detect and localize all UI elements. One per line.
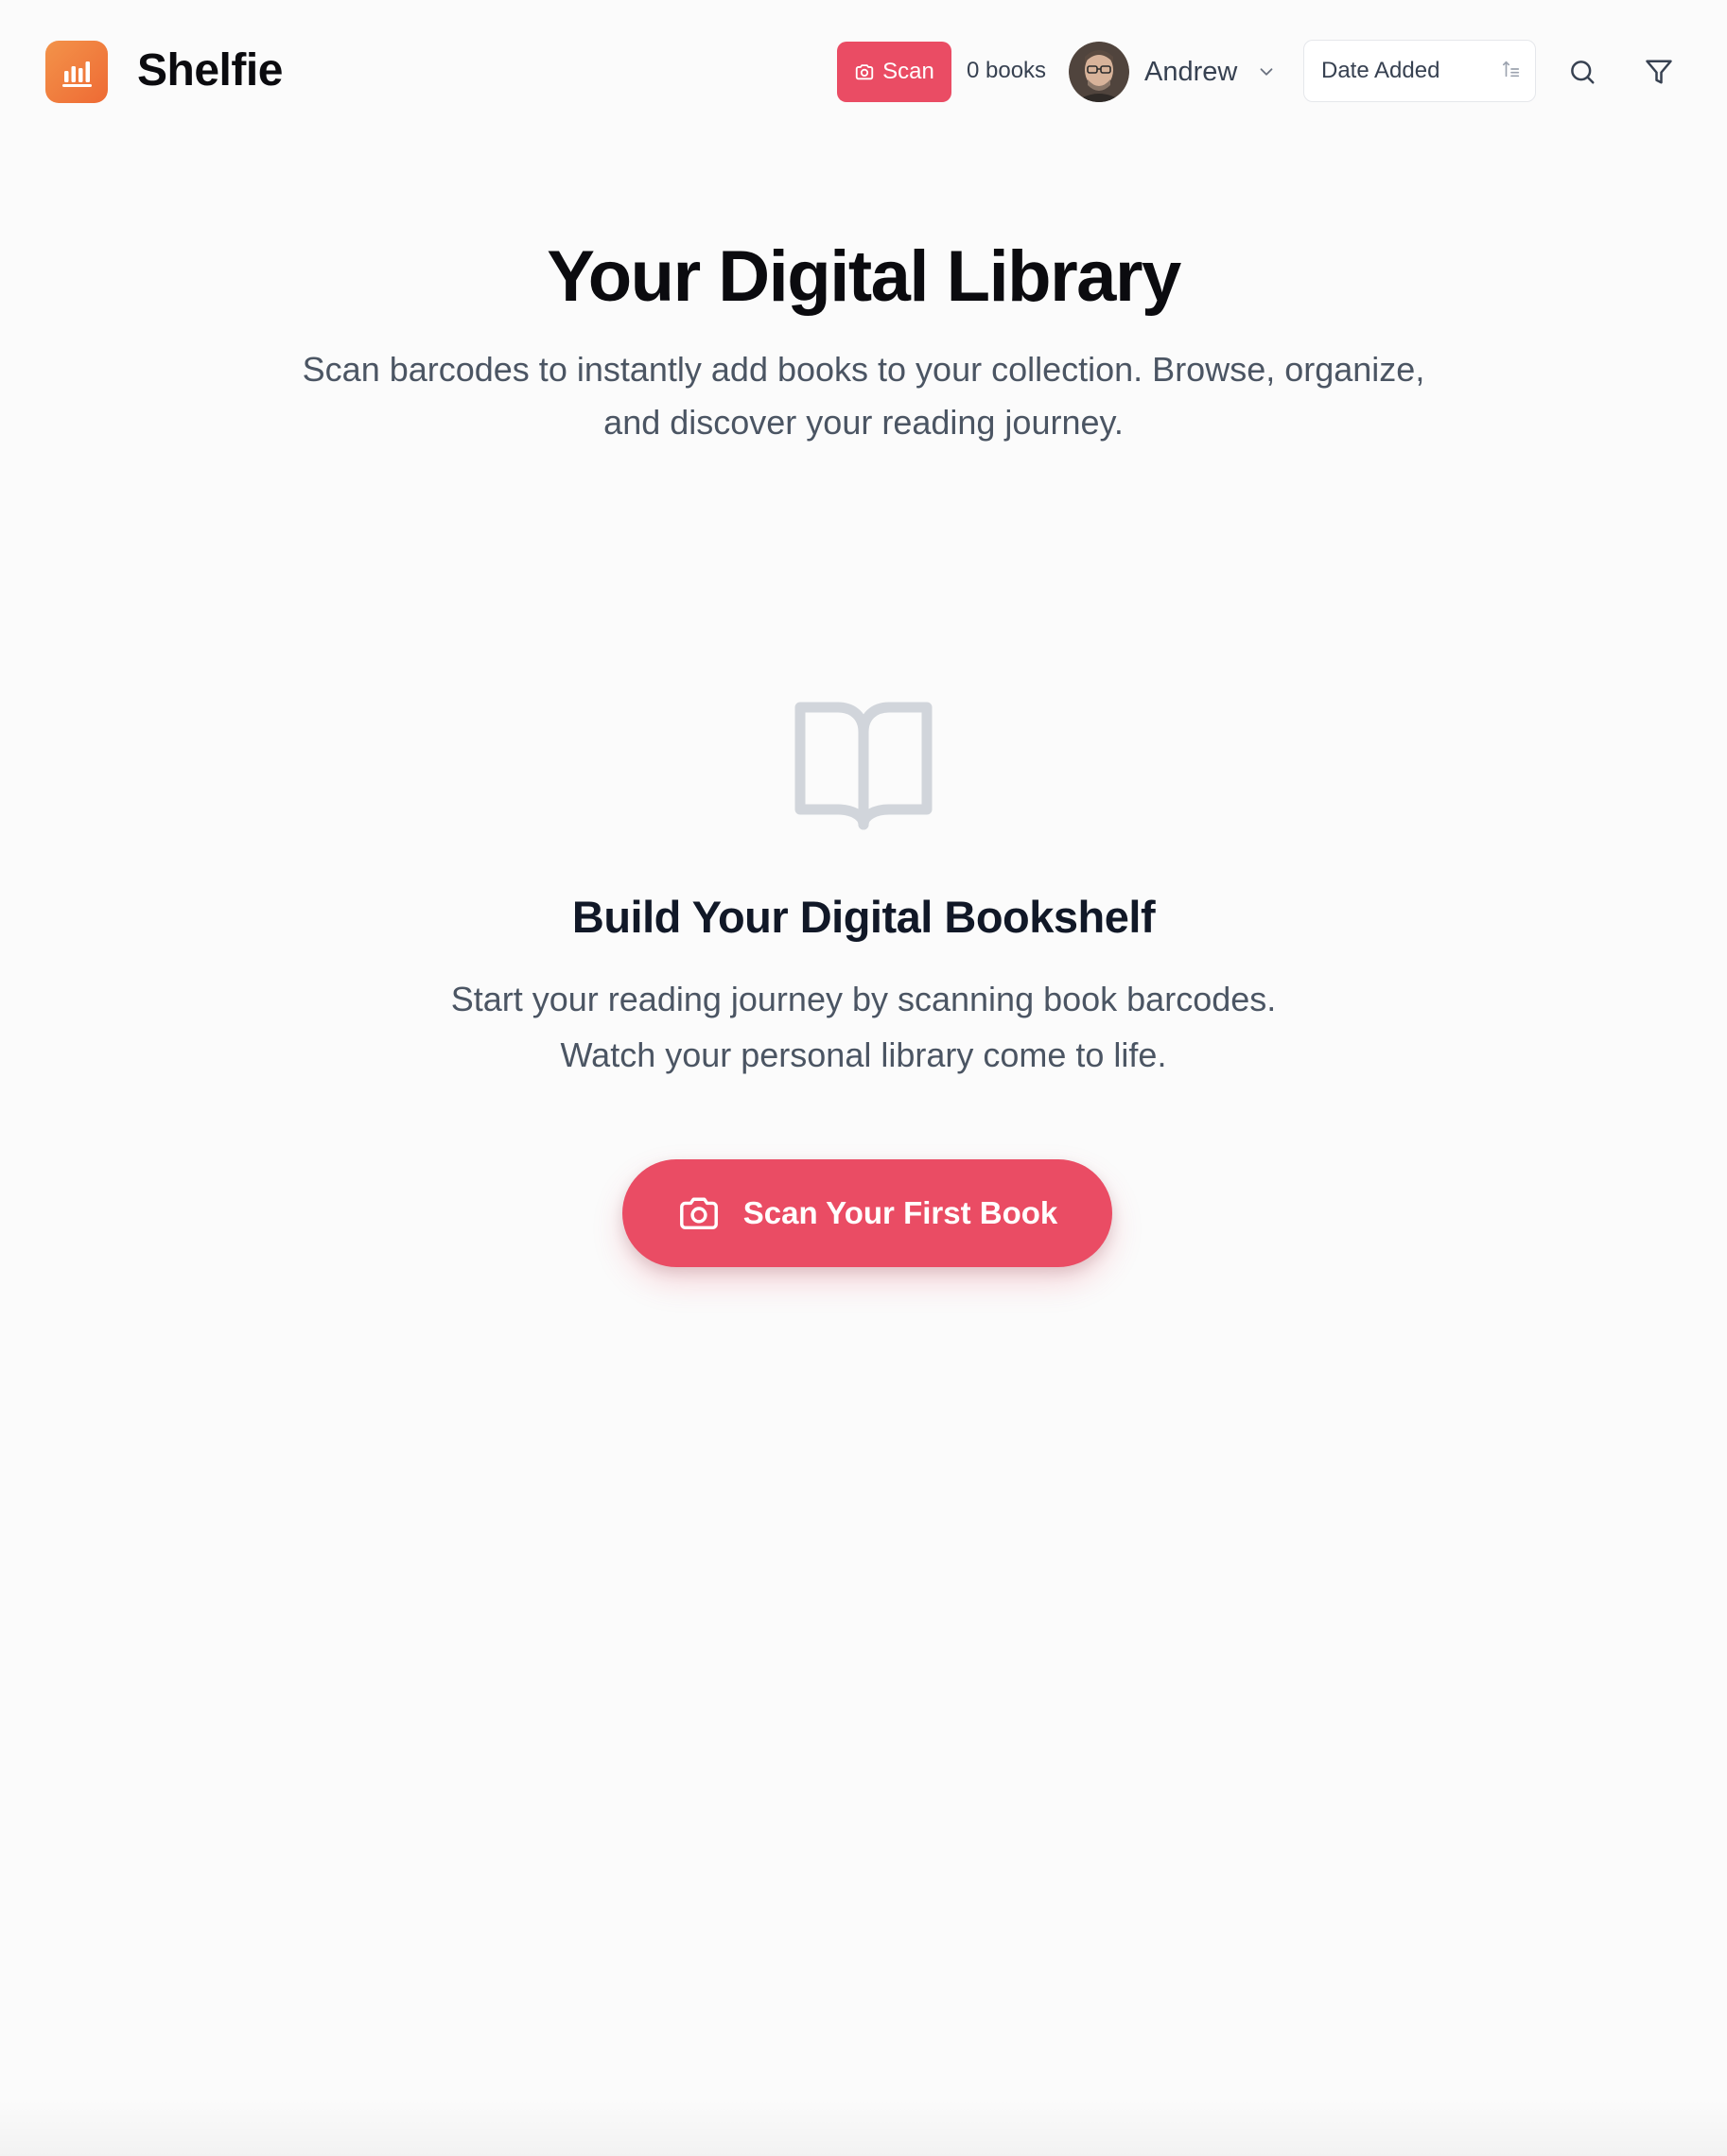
empty-state-text-line-1: Start your reading journey by scanning b…: [450, 980, 1277, 1018]
bottom-edge-shadow: [0, 2099, 1727, 2156]
empty-state-title: Build Your Digital Bookshelf: [571, 892, 1156, 942]
top-bar: Shelfie Scan 0 books Andrew Date Added: [0, 0, 1727, 144]
app-name[interactable]: Shelfie: [137, 42, 283, 100]
empty-state-text: Start your reading journey by scanning b…: [391, 971, 1336, 1083]
page-subtitle-line-1: Scan barcodes to instantly add books to …: [302, 350, 1425, 389]
camera-icon: [679, 1197, 718, 1230]
book-count: 0 books: [967, 58, 1047, 83]
open-book-icon: [791, 700, 936, 832]
scan-button[interactable]: Scan: [837, 42, 951, 102]
search-icon: [1571, 61, 1595, 84]
bar-chart-icon: [62, 61, 92, 87]
page-title: Your Digital Library: [547, 236, 1181, 317]
scan-button-label: Scan: [882, 59, 934, 84]
avatar: [1069, 42, 1129, 102]
chevron-down-icon: [1256, 61, 1277, 82]
filter-icon: [1646, 60, 1672, 84]
filter-button[interactable]: [1638, 51, 1680, 93]
sort-selected-value: Date Added: [1321, 58, 1440, 83]
empty-state-text-line-2: Watch your personal library come to life…: [560, 1035, 1167, 1074]
user-name: Andrew: [1144, 56, 1238, 87]
search-button[interactable]: [1561, 51, 1603, 93]
sort-select[interactable]: Date Added: [1303, 40, 1536, 102]
page-subtitle: Scan barcodes to instantly add books to …: [249, 343, 1478, 449]
camera-icon: [855, 64, 874, 80]
scan-first-book-button[interactable]: Scan Your First Book: [622, 1159, 1112, 1267]
app-logo[interactable]: [45, 41, 108, 103]
sort-ascending-icon[interactable]: [1501, 59, 1522, 84]
user-menu[interactable]: Andrew: [1069, 40, 1277, 104]
page-subtitle-line-2: and discover your reading journey.: [603, 403, 1124, 442]
scan-first-book-label: Scan Your First Book: [742, 1195, 1058, 1230]
